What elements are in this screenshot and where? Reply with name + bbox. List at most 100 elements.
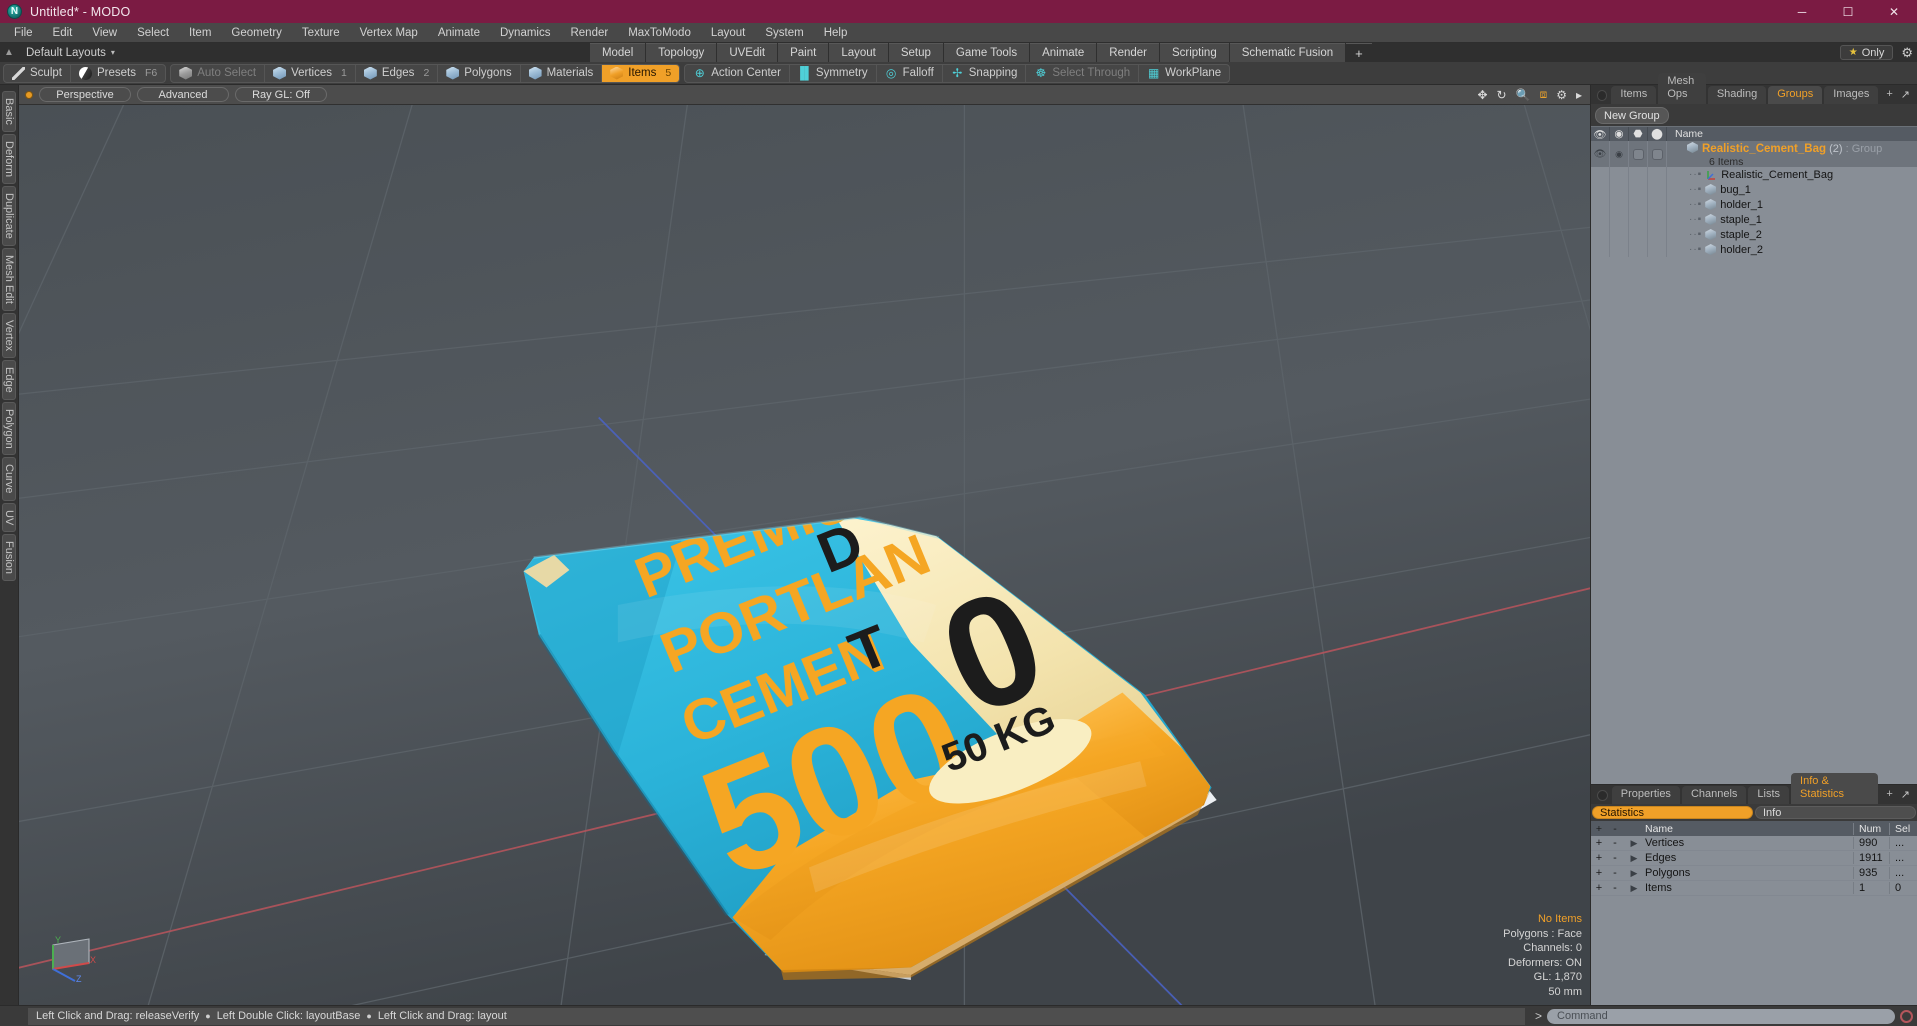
layout-tab-game-tools[interactable]: Game Tools bbox=[943, 43, 1030, 62]
tree-toggle-cell[interactable] bbox=[1591, 197, 1610, 212]
tree-toggle-cell[interactable] bbox=[1648, 182, 1667, 197]
row-remove-button[interactable]: - bbox=[1607, 867, 1623, 879]
tree-toggle-cell[interactable] bbox=[1629, 227, 1648, 242]
left-tab-uv[interactable]: UV bbox=[2, 502, 16, 533]
home-icon[interactable]: ▲ bbox=[0, 43, 18, 62]
tool-button-polygons[interactable]: Polygons bbox=[438, 64, 521, 82]
move-icon[interactable]: ✥ bbox=[1477, 88, 1487, 102]
statistics-row[interactable]: + - ▶ Edges 1911... bbox=[1591, 851, 1917, 866]
gear-icon[interactable]: ⚙ bbox=[1556, 88, 1567, 102]
record-icon[interactable] bbox=[1900, 1009, 1913, 1023]
play-icon[interactable]: ▸ bbox=[1576, 88, 1582, 102]
tree-item-row[interactable]: ··▪ holder_1 bbox=[1591, 197, 1917, 212]
layout-tab-paint[interactable]: Paint bbox=[778, 43, 829, 62]
menu-item-maxtomodo[interactable]: MaxToModo bbox=[618, 23, 701, 43]
close-button[interactable]: ✕ bbox=[1871, 0, 1917, 23]
left-tab-curve[interactable]: Curve bbox=[2, 457, 16, 501]
left-tab-basic[interactable]: Basic bbox=[2, 91, 16, 132]
eye-toggle[interactable]: 👁 bbox=[1591, 141, 1610, 167]
tree-toggle-cell[interactable] bbox=[1610, 227, 1629, 242]
tree-toggle-cell[interactable] bbox=[1591, 212, 1610, 227]
tree-toggle-cell[interactable] bbox=[1610, 197, 1629, 212]
panel-tab-groups[interactable]: Groups bbox=[1768, 86, 1823, 104]
row-add-button[interactable]: + bbox=[1591, 882, 1607, 894]
bottom-tab-channels[interactable]: Channels bbox=[1681, 786, 1747, 804]
add-layout-tab-button[interactable]: + bbox=[1346, 43, 1372, 62]
render-toggle[interactable]: ◉ bbox=[1610, 141, 1629, 167]
layout-tab-animate[interactable]: Animate bbox=[1030, 43, 1097, 62]
expand-icon[interactable]: ↗ bbox=[1901, 788, 1910, 801]
default-layouts-dropdown[interactable]: Default Layouts ▾ bbox=[18, 43, 123, 62]
tool-button-vertices[interactable]: Vertices 1 bbox=[265, 64, 356, 82]
row-remove-button[interactable]: - bbox=[1607, 837, 1623, 849]
menu-item-view[interactable]: View bbox=[82, 23, 127, 43]
gear-icon[interactable]: ⚙ bbox=[1901, 45, 1913, 61]
tree-toggle-cell[interactable] bbox=[1648, 167, 1667, 182]
tree-toggle-cell[interactable] bbox=[1610, 182, 1629, 197]
bottom-tab-info-statistics[interactable]: Info & Statistics bbox=[1791, 773, 1879, 804]
bottom-panel-menu-dot[interactable] bbox=[1597, 790, 1608, 801]
menu-item-edit[interactable]: Edit bbox=[43, 23, 83, 43]
menu-item-file[interactable]: File bbox=[4, 23, 43, 43]
3d-viewport[interactable]: PREMIUM PORTLAN D CEMEN T 500 0 50 KG Y … bbox=[19, 105, 1590, 1005]
menu-item-vertex-map[interactable]: Vertex Map bbox=[350, 23, 428, 43]
menu-item-layout[interactable]: Layout bbox=[701, 23, 756, 43]
tree-toggle-cell[interactable] bbox=[1648, 212, 1667, 227]
tool-button-select-through[interactable]: ☸ Select Through bbox=[1026, 64, 1140, 82]
panel-tab-shading[interactable]: Shading bbox=[1707, 86, 1767, 104]
layout-tab-model[interactable]: Model bbox=[589, 43, 646, 62]
menu-item-help[interactable]: Help bbox=[814, 23, 858, 43]
expand-triangle-icon[interactable]: ▶ bbox=[1623, 838, 1645, 849]
panel-tab-images[interactable]: Images bbox=[1824, 86, 1879, 104]
layout-tab-schematic-fusion[interactable]: Schematic Fusion bbox=[1229, 43, 1346, 62]
tool-button-presets[interactable]: Presets F6 bbox=[71, 65, 165, 82]
tree-toggle-cell[interactable] bbox=[1648, 227, 1667, 242]
layout-tab-setup[interactable]: Setup bbox=[888, 43, 943, 62]
rotate-icon[interactable]: ↻ bbox=[1497, 88, 1507, 102]
layout-tab-layout[interactable]: Layout bbox=[829, 43, 888, 62]
tree-item-row[interactable]: ··▪ Realistic_Cement_Bag bbox=[1591, 167, 1917, 182]
tree-group-row[interactable]: 👁 ◉ Realistic_Cement_Bag (2) : Group 6 I… bbox=[1591, 141, 1917, 168]
fit-icon[interactable]: ⧈ bbox=[1540, 87, 1548, 102]
tree-toggle-cell[interactable] bbox=[1629, 167, 1648, 182]
left-tab-edge[interactable]: Edge bbox=[2, 359, 16, 400]
layout-tab-uvedit[interactable]: UVEdit bbox=[717, 43, 778, 62]
tool-button-edges[interactable]: Edges 2 bbox=[356, 64, 439, 82]
menu-item-system[interactable]: System bbox=[755, 23, 813, 43]
expand-triangle-icon[interactable]: ▶ bbox=[1623, 883, 1645, 894]
statistics-table[interactable]: + - Name Num Sel + - ▶ Vertices 990... + - ▶ Edg… bbox=[1591, 821, 1917, 1005]
left-tab-vertex[interactable]: Vertex bbox=[2, 312, 16, 358]
menu-item-animate[interactable]: Animate bbox=[428, 23, 490, 43]
row-add-button[interactable]: + bbox=[1591, 867, 1607, 879]
maximize-button[interactable]: ☐ bbox=[1825, 0, 1871, 23]
add-bottom-tab-button[interactable]: + bbox=[1880, 786, 1898, 804]
menu-item-texture[interactable]: Texture bbox=[292, 23, 350, 43]
tree-toggle-cell[interactable] bbox=[1629, 212, 1648, 227]
tree-toggle-cell[interactable] bbox=[1591, 182, 1610, 197]
left-tab-mesh-edit[interactable]: Mesh Edit bbox=[2, 247, 16, 311]
statistics-row[interactable]: + - ▶ Vertices 990... bbox=[1591, 836, 1917, 851]
tree-toggle-cell[interactable] bbox=[1591, 227, 1610, 242]
panel-tab-items[interactable]: Items bbox=[1611, 86, 1657, 104]
raygl-toggle[interactable]: Ray GL: Off bbox=[235, 87, 327, 102]
tree-toggle-cell[interactable] bbox=[1610, 167, 1629, 182]
tree-item-row[interactable]: ··▪ holder_2 bbox=[1591, 242, 1917, 257]
shading-mode-dropdown[interactable]: Advanced bbox=[137, 87, 229, 102]
axis-gizmo[interactable]: Y X Z bbox=[45, 923, 105, 983]
tool-button-auto-select[interactable]: Auto Select bbox=[171, 64, 266, 82]
segment-info[interactable]: Info bbox=[1755, 806, 1916, 819]
expand-icon[interactable]: ↗ bbox=[1901, 88, 1910, 101]
left-tab-duplicate[interactable]: Duplicate bbox=[2, 185, 16, 246]
row-add-button[interactable]: + bbox=[1591, 837, 1607, 849]
tool-button-materials[interactable]: Materials bbox=[521, 64, 603, 82]
row-add-button[interactable]: + bbox=[1591, 852, 1607, 864]
menu-item-item[interactable]: Item bbox=[179, 23, 221, 43]
tree-toggle-cell[interactable] bbox=[1629, 197, 1648, 212]
tree-toggle-cell[interactable] bbox=[1591, 242, 1610, 257]
viewport-menu-dot[interactable] bbox=[25, 90, 33, 99]
view-mode-dropdown[interactable]: Perspective bbox=[39, 87, 131, 102]
tool-button-snapping[interactable]: ✢ Snapping bbox=[943, 64, 1027, 82]
wire-toggle[interactable] bbox=[1629, 141, 1648, 167]
menu-item-render[interactable]: Render bbox=[560, 23, 618, 43]
tree-toggle-cell[interactable] bbox=[1629, 242, 1648, 257]
